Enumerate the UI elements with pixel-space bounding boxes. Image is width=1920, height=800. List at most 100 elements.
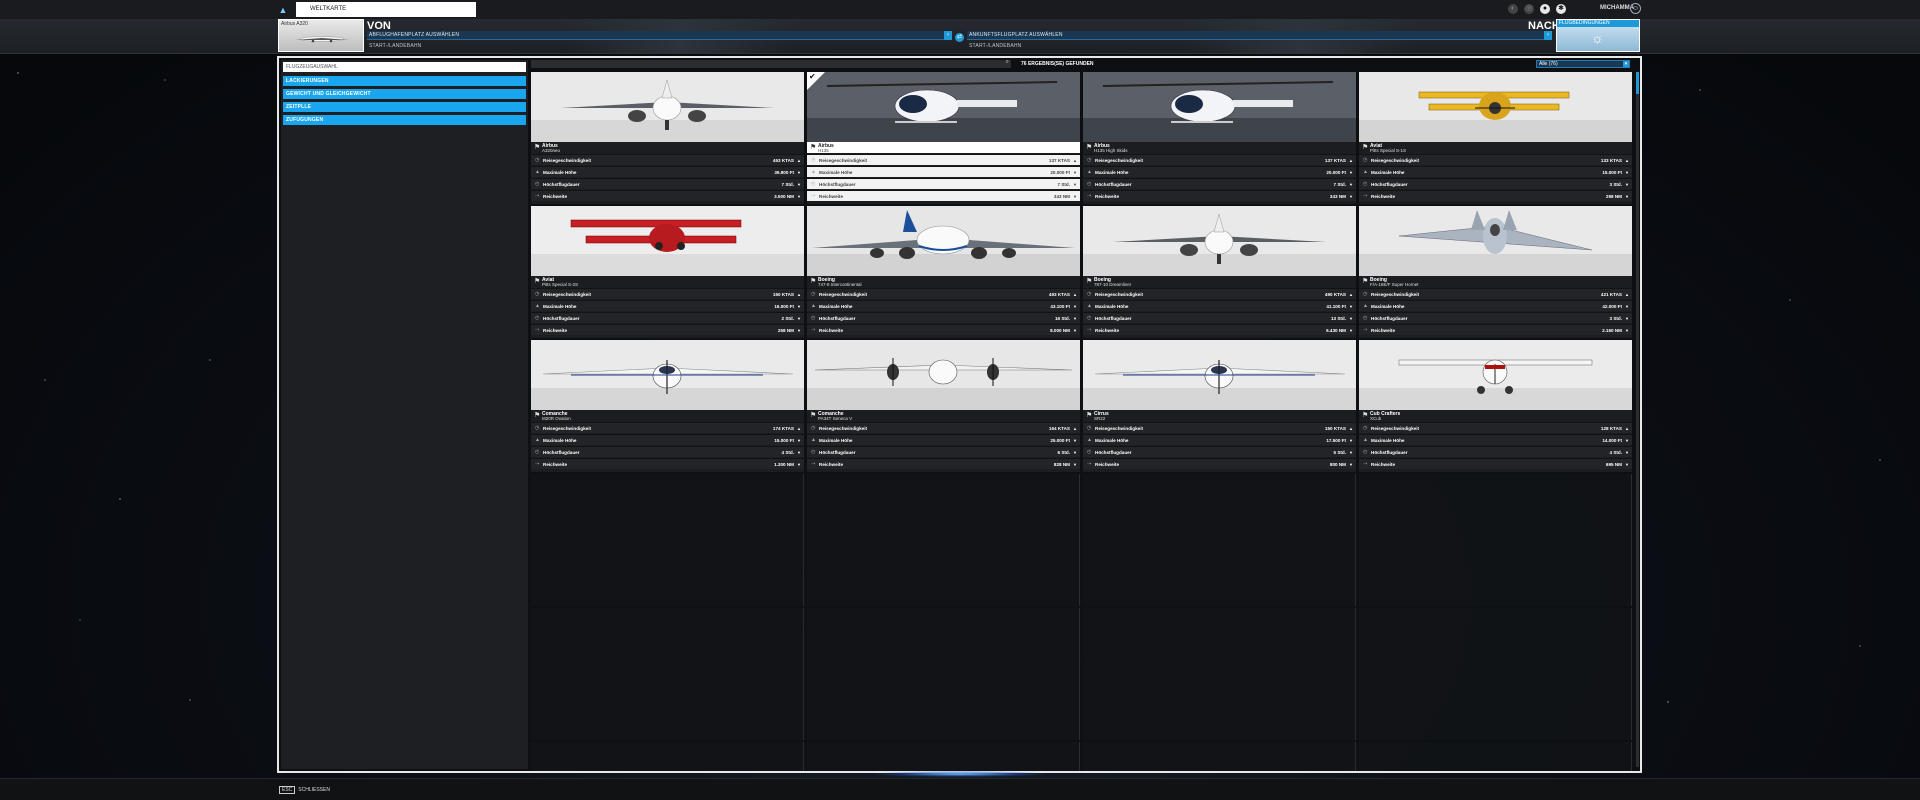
- aircraft-card-header[interactable]: ⚑ Airbus A320neo: [531, 142, 804, 153]
- aircraft-card[interactable]: ✔ ⚑ Airbus H135 ◷ Reisegeschwindigkeit 137 KTA…: [807, 72, 1080, 204]
- aircraft-picture: [807, 206, 1080, 276]
- aircraft-card[interactable]: ⚑ Boeing F/A-18E/F Super Hornet ◷ Reisegesch…: [1359, 206, 1632, 338]
- aircraft-card[interactable]: ⚑ Comanche PA34T Seneca V ◷ Reisegeschwindig…: [807, 340, 1080, 472]
- aircraft-model: Pitts Special S-1S: [1370, 148, 1407, 153]
- departure-airport-select[interactable]: ABFLUGHAFENPLATZ AUSWÄHLEN: [367, 31, 952, 40]
- aircraft-model: 787-10 Dreamliner: [1094, 282, 1132, 287]
- aircraft-card[interactable]: ⚑ Airbus H135 High Skids ◷ Reisegeschwindigk…: [1083, 72, 1356, 204]
- aircraft-card-header[interactable]: ⚑ Cub Crafters XCub: [1359, 410, 1632, 421]
- stat-row: ⇢ Reichweite 3.500 NM ▼: [531, 190, 804, 201]
- stat-row: ▲ Maximale Höhe 17.500 Ft ▼: [1083, 434, 1356, 445]
- chevron-right-icon[interactable]: ›: [1544, 31, 1552, 40]
- aircraft-card-header[interactable]: ⚑ Aviat Pitts Special S-1S: [1359, 142, 1632, 153]
- favorite-icon[interactable]: ⚑: [810, 277, 816, 285]
- notifications-icon[interactable]: ●: [1540, 4, 1550, 14]
- favorite-icon[interactable]: ⚑: [810, 143, 816, 151]
- aircraft-image[interactable]: [1083, 72, 1356, 142]
- aircraft-image[interactable]: [807, 206, 1080, 276]
- aircraft-image[interactable]: [1083, 206, 1356, 276]
- favorite-icon[interactable]: ⚑: [534, 411, 540, 419]
- scrollbar-thumb[interactable]: [1636, 72, 1639, 94]
- aircraft-card[interactable]: ⚑ Aviat Pitts Special S-1S ◷ Reisegeschwindi…: [1359, 72, 1632, 204]
- aircraft-selection-panel: FLUGZEUGAUSWAHL LACKIERUNGEN GEWICHT UND…: [277, 56, 1642, 773]
- stat-row: ⇢ Reichweite 8.000 NM ▼: [807, 324, 1080, 335]
- favorite-icon[interactable]: ⚑: [810, 411, 816, 419]
- stat-row: ▲ Maximale Höhe 20.000 Ft ▼: [1083, 166, 1356, 177]
- aircraft-card[interactable]: ⚑ Airbus A320neo ◷ Reisegeschwindigkeit 463 K…: [531, 72, 804, 204]
- home-icon[interactable]: ▲: [278, 5, 288, 15]
- aircraft-card[interactable]: ⚑ Aviat Pitts Special S-2S ◷ Reisegeschwindi…: [531, 206, 804, 338]
- aircraft-image[interactable]: [807, 340, 1080, 410]
- aircraft-card-header[interactable]: ⚑ Comanche PA34T Seneca V: [807, 410, 1080, 421]
- departure-runway-select[interactable]: START-/LANDEBAHN: [369, 43, 421, 49]
- results-search-input[interactable]: ⌕: [531, 59, 1011, 68]
- stat-icon: ⇢: [811, 461, 816, 467]
- aircraft-card-header[interactable]: ⚑ Boeing F/A-18E/F Super Hornet: [1359, 276, 1632, 287]
- selected-aircraft-thumbnail[interactable]: Airbus A320: [278, 19, 364, 52]
- triangle-icon: ▼: [1625, 304, 1629, 309]
- aircraft-image[interactable]: [531, 206, 804, 276]
- aircraft-card-header[interactable]: ⚑ Comanche M20R Ovation: [531, 410, 804, 421]
- settings-icon[interactable]: ✱: [1556, 4, 1566, 14]
- filter-weight-balance[interactable]: GEWICHT UND GLEICHGEWICHT: [283, 89, 526, 99]
- search-icon[interactable]: ⌕: [1006, 59, 1009, 66]
- favorite-icon[interactable]: ⚑: [534, 143, 540, 151]
- chevron-right-icon[interactable]: ›: [944, 31, 952, 40]
- aircraft-card[interactable]: ⚑ Cirrus SR22 ◷ Reisegeschwindigkeit 150 KTAS…: [1083, 340, 1356, 472]
- close-button[interactable]: ESC SCHLIESSEN: [279, 786, 330, 794]
- favorite-icon[interactable]: ⚑: [1086, 143, 1092, 151]
- aircraft-card[interactable]: ⚑ Cub Crafters XCub ◷ Reisegeschwindigkeit 12…: [1359, 340, 1632, 472]
- aircraft-card-header[interactable]: ⚑ Airbus H135 High Skids: [1083, 142, 1356, 153]
- favorite-icon[interactable]: ⚑: [1362, 277, 1368, 285]
- stat-value: 343 NM: [1053, 194, 1070, 199]
- swap-icon[interactable]: ⇄: [955, 33, 964, 42]
- favorite-icon[interactable]: ⚑: [534, 277, 540, 285]
- aircraft-image[interactable]: [1359, 72, 1632, 142]
- aircraft-card-header[interactable]: ⚑ Boeing 787-10 Dreamliner: [1083, 276, 1356, 287]
- content-manager-icon[interactable]: ◎: [1524, 4, 1534, 14]
- aircraft-image[interactable]: ✔: [807, 72, 1080, 142]
- aircraft-image[interactable]: [531, 340, 804, 410]
- triangle-icon: ▼: [797, 328, 801, 333]
- aircraft-card-header[interactable]: ⚑ Cirrus SR22: [1083, 410, 1356, 421]
- avatar[interactable]: ☺: [1630, 3, 1641, 14]
- arrival-runway-select[interactable]: START-/LANDEBAHN: [969, 43, 1021, 49]
- marketplace-icon[interactable]: ◐: [1508, 4, 1518, 14]
- favorite-icon[interactable]: ⚑: [1086, 277, 1092, 285]
- stat-icon: ▲: [535, 303, 540, 309]
- filter-additions[interactable]: ZUFUGUNGEN: [283, 115, 526, 125]
- triangle-icon: ▼: [1073, 316, 1077, 321]
- aircraft-card-header[interactable]: ⚑ Aviat Pitts Special S-2S: [531, 276, 804, 287]
- stat-icon: ◴: [1363, 315, 1368, 321]
- aircraft-card[interactable]: ⚑ Boeing 747-8 Intercontinental ◷ Reisegesch…: [807, 206, 1080, 338]
- favorite-icon[interactable]: ⚑: [1362, 143, 1368, 151]
- aircraft-search-input[interactable]: FLUGZEUGAUSWAHL: [283, 62, 526, 72]
- stat-icon: ◷: [1363, 157, 1368, 163]
- aircraft-image[interactable]: [1359, 206, 1632, 276]
- triangle-icon: ▼: [1349, 194, 1353, 199]
- stat-row: ▲ Maximale Höhe 43.100 Ft ▼: [807, 300, 1080, 311]
- aircraft-image[interactable]: [531, 72, 804, 142]
- stat-label: Reichweite: [1371, 194, 1395, 199]
- stat-label: Reisegeschwindigkeit: [1371, 158, 1419, 163]
- aircraft-card-header[interactable]: ⚑ Airbus H135: [807, 142, 1080, 153]
- aircraft-card-header[interactable]: ⚑ Boeing 747-8 Intercontinental: [807, 276, 1080, 287]
- arrival-airport-select[interactable]: ANKUNFTSFLUGPLATZ AUSWÄHLEN: [967, 31, 1552, 40]
- triangle-icon: ▼: [1349, 304, 1353, 309]
- stat-label: Maximale Höhe: [1371, 438, 1405, 443]
- weather-conditions-button[interactable]: FLUGBEDINGUNGEN ☼: [1556, 19, 1640, 52]
- filter-failures[interactable]: ZEITPLLE: [283, 102, 526, 112]
- scrollbar[interactable]: [1636, 72, 1639, 767]
- favorite-icon[interactable]: ⚑: [1362, 411, 1368, 419]
- triangle-icon: ▼: [1349, 450, 1353, 455]
- category-select[interactable]: Alle (76) ▾: [1536, 60, 1630, 68]
- filter-liveries[interactable]: LACKIERUNGEN: [283, 76, 526, 86]
- aircraft-image[interactable]: [1083, 340, 1356, 410]
- aircraft-image[interactable]: [1359, 340, 1632, 410]
- aircraft-card[interactable]: ⚑ Boeing 787-10 Dreamliner ◷ Reisegeschwindi…: [1083, 206, 1356, 338]
- stat-row: ◴ Höchstflugdauer 4 Std. ▼: [531, 446, 804, 457]
- username[interactable]: MICHAMMA: [1600, 5, 1634, 11]
- breadcrumb[interactable]: WELTKARTE: [296, 2, 476, 17]
- favorite-icon[interactable]: ⚑: [1086, 411, 1092, 419]
- aircraft-card[interactable]: ⚑ Comanche M20R Ovation ◷ Reisegeschwindigke…: [531, 340, 804, 472]
